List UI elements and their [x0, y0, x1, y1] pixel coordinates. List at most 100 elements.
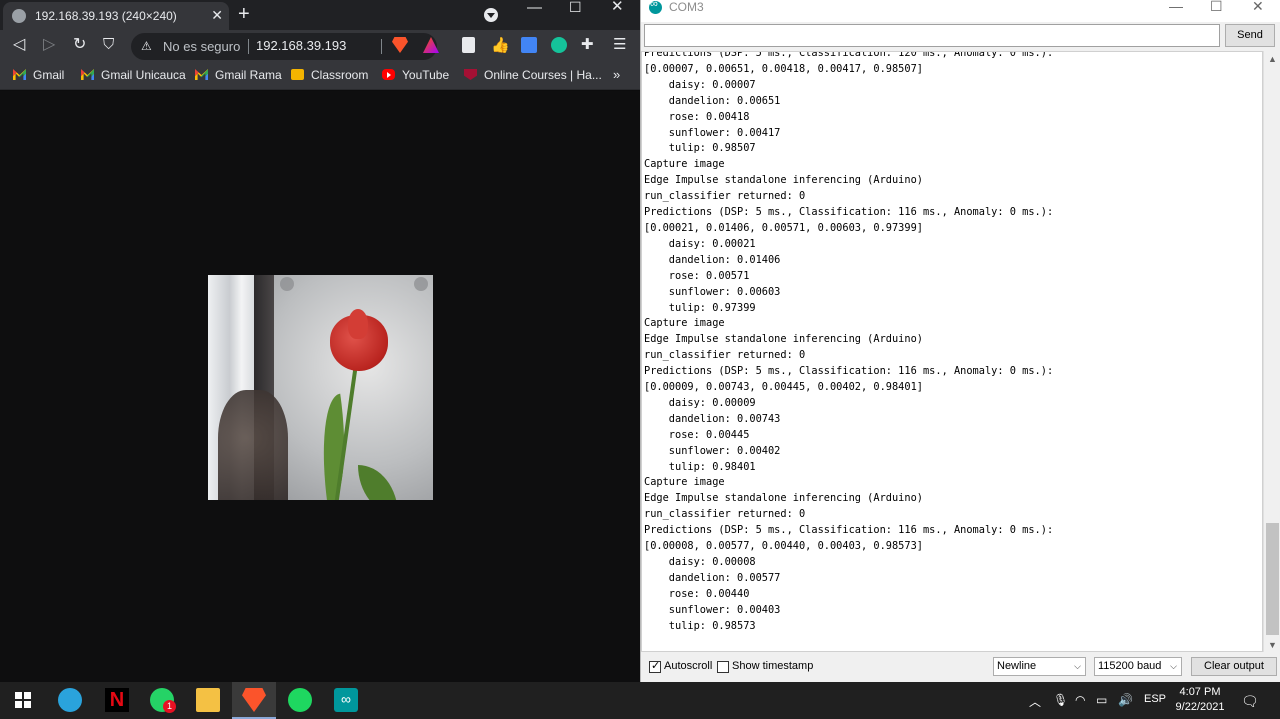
serial-line: run_classifier returned: 0	[644, 190, 806, 203]
serial-line: Predictions (DSP: 5 ms., Classification:…	[644, 524, 1054, 537]
omnibox-divider	[248, 39, 249, 54]
brave-icon	[242, 688, 266, 712]
arduino-icon[interactable]: ∞	[334, 688, 358, 712]
bookmark-label: Online Courses | Ha...	[484, 68, 602, 82]
back-icon[interactable]: ◁	[13, 36, 25, 54]
bookmark-label: YouTube	[402, 68, 450, 82]
serial-line: dandelion: 0.00577	[644, 571, 781, 584]
url-text[interactable]: 192.168.39.193	[256, 38, 346, 53]
serial-line: [0.00007, 0.00651, 0.00418, 0.00417, 0.9…	[644, 62, 923, 75]
minimize-icon[interactable]: —	[527, 0, 542, 15]
telegram-icon[interactable]	[58, 688, 82, 712]
grammarly-icon[interactable]	[551, 37, 567, 53]
microphone-icon[interactable]: 🎙	[1053, 693, 1068, 707]
bookmark-youtube[interactable]: YouTube	[382, 68, 449, 84]
baud-rate-value: 115200 baud	[1098, 660, 1162, 672]
reload-icon[interactable]: ↻	[73, 36, 86, 54]
maximize-icon[interactable]: ☐	[569, 0, 582, 14]
whatsapp-icon[interactable]: 1	[150, 688, 176, 713]
baud-rate-select[interactable]: 115200 baud ⌵	[1094, 657, 1182, 676]
show-hidden-icons-icon[interactable]: ︿	[1029, 693, 1041, 710]
clear-output-button[interactable]: Clear output	[1191, 657, 1277, 676]
serial-line: Edge Impulse standalone inferencing (Ard…	[644, 492, 923, 505]
bookmarks-overflow-button[interactable]: »	[613, 67, 620, 82]
serial-line: run_classifier returned: 0	[644, 508, 806, 521]
translate-extension-icon[interactable]	[521, 37, 537, 53]
classroom-icon	[291, 69, 304, 80]
extensions-puzzle-icon[interactable]: ✚	[581, 35, 597, 53]
close-tab-icon[interactable]: ✕	[211, 7, 223, 23]
serial-line: Predictions (DSP: 5 ms., Classification:…	[644, 206, 1054, 219]
serial-line: tulip: 0.98507	[644, 142, 756, 155]
maximize-icon[interactable]: ☐	[1210, 0, 1223, 15]
clock-date: 9/22/2021	[1175, 701, 1225, 713]
gmail-icon	[195, 69, 208, 80]
serial-line: Capture image	[644, 476, 725, 489]
wifi-icon[interactable]: ◠	[1075, 693, 1085, 707]
serial-line: tulip: 0.97399	[644, 301, 756, 314]
serial-scrollbar[interactable]: ▲ ▼	[1263, 51, 1280, 652]
serial-line: tulip: 0.98401	[644, 460, 756, 473]
line-ending-select[interactable]: Newline ⌵	[993, 657, 1086, 676]
arduino-logo-icon	[649, 0, 662, 14]
system-clock[interactable]: 4:07 PM 9/22/2021	[1170, 685, 1230, 715]
minimize-icon[interactable]: —	[1169, 0, 1183, 14]
netflix-icon[interactable]: N	[105, 688, 129, 712]
autoscroll-checkbox[interactable]	[649, 659, 661, 673]
send-button[interactable]: Send	[1225, 24, 1275, 47]
serial-line: [0.00021, 0.01406, 0.00571, 0.00603, 0.9…	[644, 221, 923, 234]
serial-line: run_classifier returned: 0	[644, 349, 806, 362]
reader-mode-icon[interactable]	[462, 37, 475, 53]
battery-icon[interactable]: ▭	[1096, 693, 1107, 707]
language-indicator[interactable]: ESP	[1144, 693, 1166, 705]
start-pane	[24, 692, 31, 699]
serial-output[interactable]: Predictions (DSP: 5 ms., Classification:…	[641, 51, 1263, 652]
bookmark-gmail-unicauca[interactable]: Gmail Unicauca	[81, 68, 186, 84]
address-bar[interactable]: ⚠ No es seguro 192.168.39.193	[131, 33, 437, 60]
bookmarks-bar: Gmail Gmail Unicauca Gmail Rama Classroo…	[0, 62, 640, 90]
gmail-icon	[81, 69, 94, 80]
line-ending-value: Newline	[997, 660, 1037, 672]
serial-line: rose: 0.00418	[644, 110, 750, 123]
serial-send-input[interactable]	[644, 24, 1220, 47]
windows-start-icon[interactable]	[15, 692, 31, 708]
tab-search-icon[interactable]	[484, 8, 498, 22]
bookmark-gmail[interactable]: Gmail	[13, 68, 64, 84]
thumbs-up-extension-icon[interactable]: 👍	[491, 36, 510, 54]
omnibox-divider	[381, 39, 382, 54]
notifications-icon[interactable]: 🗨	[1241, 693, 1259, 710]
bookmark-online-courses[interactable]: Online Courses | Ha...	[464, 68, 602, 84]
bookmark-gmail-rama[interactable]: Gmail Rama	[195, 68, 282, 84]
serial-line: rose: 0.00440	[644, 587, 750, 600]
start-pane	[24, 701, 31, 708]
start-pane	[15, 692, 22, 699]
scroll-thumb[interactable]	[1266, 523, 1279, 635]
serial-monitor-window: COM3 — ☐ ✕ Send Predictions (DSP: 5 ms.,…	[640, 0, 1280, 682]
file-explorer-icon[interactable]	[196, 688, 220, 712]
serial-line: Predictions (DSP: 5 ms., Classification:…	[644, 365, 1054, 378]
active-tab[interactable]: 192.168.39.193 (240×240) ✕	[3, 2, 229, 30]
whatsapp-badge: 1	[163, 700, 176, 713]
menu-icon[interactable]: ☰	[613, 35, 629, 53]
new-tab-button[interactable]: +	[238, 3, 250, 25]
close-window-icon[interactable]: ✕	[611, 0, 624, 14]
serial-line: Capture image	[644, 317, 725, 330]
serial-line: Capture image	[644, 158, 725, 171]
serial-line: dandelion: 0.00743	[644, 412, 781, 425]
bookmark-label: Gmail Rama	[215, 68, 282, 82]
bookmark-classroom[interactable]: Classroom	[291, 68, 368, 84]
youtube-icon	[382, 69, 395, 80]
serial-line: dandelion: 0.01406	[644, 253, 781, 266]
scroll-down-icon[interactable]: ▼	[1268, 640, 1277, 650]
bookmark-label: Gmail Unicauca	[101, 68, 186, 82]
spotify-icon[interactable]	[288, 688, 312, 712]
volume-icon[interactable]: 🔊	[1118, 693, 1133, 707]
forward-icon[interactable]: ▷	[43, 36, 55, 54]
gmail-icon	[13, 69, 26, 80]
scroll-up-icon[interactable]: ▲	[1268, 54, 1277, 64]
bookmark-label: Gmail	[33, 68, 65, 82]
timestamp-checkbox[interactable]	[717, 661, 729, 673]
bookmark-icon[interactable]: ⛉	[103, 36, 114, 54]
brave-taskbar-button[interactable]	[232, 682, 276, 719]
close-window-icon[interactable]: ✕	[1252, 0, 1264, 15]
